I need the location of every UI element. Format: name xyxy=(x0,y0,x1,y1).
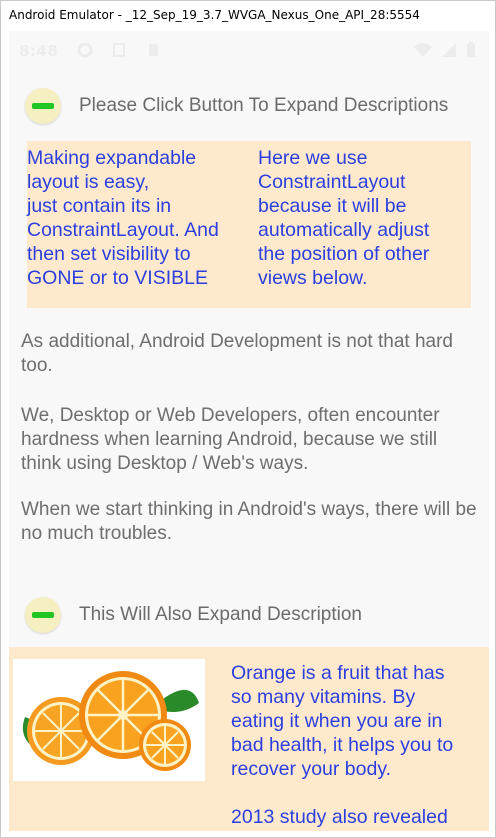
expand-toggle-button-2[interactable] xyxy=(25,597,61,633)
wifi-icon xyxy=(414,43,432,57)
notification-icon xyxy=(113,43,125,57)
section2-text: Orange is a fruit that has so many vitam… xyxy=(231,662,454,828)
window-titlebar[interactable]: Android Emulator - _12_Sep_19_3.7_WVGA_N… xyxy=(1,1,495,31)
android-screen: 8:48 Please Click Button To Expand Descr… xyxy=(9,31,489,831)
section1-description-panel: Making expandable layout is easy, just c… xyxy=(27,141,471,308)
minus-icon xyxy=(32,612,54,618)
window-title: Android Emulator - _12_Sep_19_3.7_WVGA_N… xyxy=(9,8,420,22)
section1-left-text: Making expandable layout is easy, just c… xyxy=(27,147,219,289)
section1-title: Please Click Button To Expand Descriptio… xyxy=(79,95,449,116)
section1-header: Please Click Button To Expand Descriptio… xyxy=(9,82,489,134)
signal-icon xyxy=(442,43,456,57)
orange-fruit-image xyxy=(13,659,205,781)
emulator-window: Android Emulator - _12_Sep_19_3.7_WVGA_N… xyxy=(0,0,496,838)
battery-icon xyxy=(467,42,475,57)
expand-toggle-button-1[interactable] xyxy=(25,88,61,124)
status-bar: 8:48 xyxy=(9,31,489,71)
sd-card-icon xyxy=(149,44,158,56)
status-time: 8:48 xyxy=(19,42,59,60)
section2-title: This Will Also Expand Description xyxy=(79,604,362,625)
paragraph-3: When we start thinking in Android's ways… xyxy=(21,499,477,544)
section2-header: This Will Also Expand Description xyxy=(9,591,489,643)
section1-right-text: Here we use ConstraintLayout because it … xyxy=(258,147,430,289)
settings-icon xyxy=(77,42,93,58)
minus-icon xyxy=(32,103,54,109)
paragraph-1: As additional, Android Development is no… xyxy=(21,331,453,376)
paragraph-2: We, Desktop or Web Developers, often enc… xyxy=(21,405,440,474)
section2-description-panel: Orange is a fruit that has so many vitam… xyxy=(9,647,489,831)
